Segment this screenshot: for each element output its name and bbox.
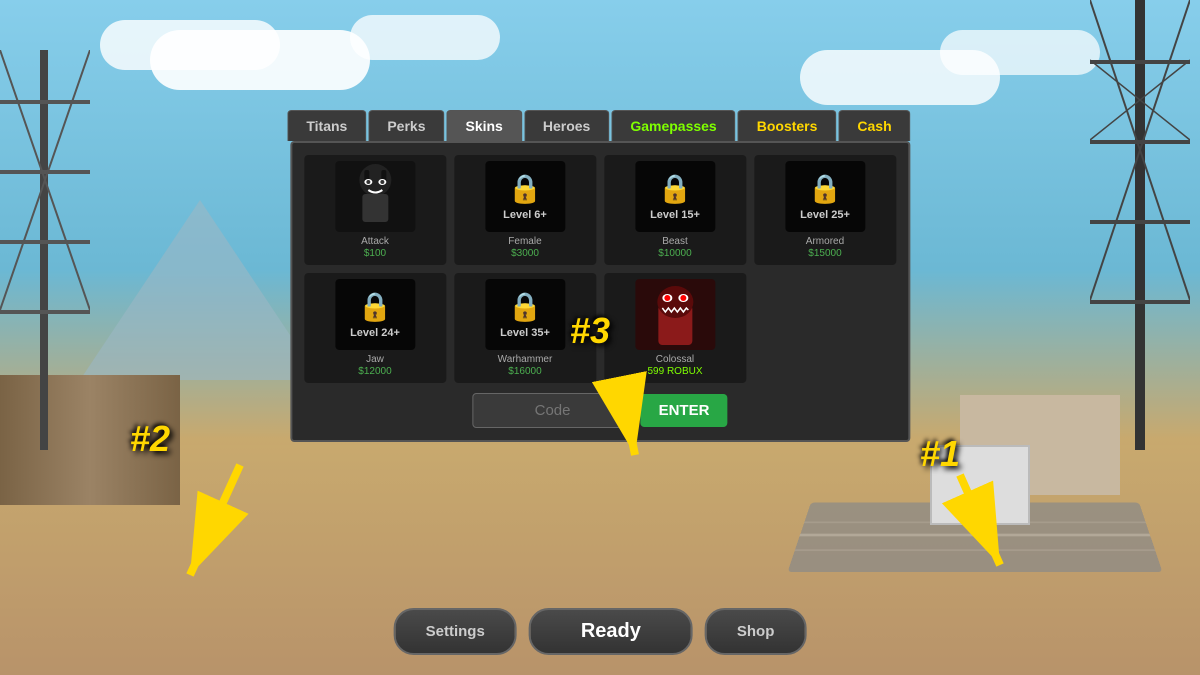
skin-armored-price: $15000 xyxy=(808,248,841,259)
tab-boosters[interactable]: Boosters xyxy=(738,110,837,141)
tab-bar: Titans Perks Skins Heroes Gamepasses Boo… xyxy=(287,110,912,141)
warhammer-lock-icon: 🔒 xyxy=(508,290,543,323)
tower-right xyxy=(1090,0,1190,450)
skin-jaw-label: Jaw xyxy=(366,354,384,365)
skin-jaw-price: $12000 xyxy=(358,366,391,377)
armored-lock-level: Level 25+ xyxy=(800,209,850,221)
ready-button[interactable]: Ready xyxy=(529,608,693,655)
shop-button[interactable]: Shop xyxy=(705,608,807,655)
attack-character-svg xyxy=(340,162,410,232)
skin-attack-portrait xyxy=(335,161,415,232)
beast-lock-icon: 🔒 xyxy=(658,172,693,205)
skin-beast[interactable]: 🔒 Level 15+ Beast $10000 xyxy=(604,155,746,265)
skin-beast-label: Beast xyxy=(662,236,688,247)
female-lock-level: Level 6+ xyxy=(503,209,547,221)
jaw-lock-overlay: 🔒 Level 24+ xyxy=(335,279,415,350)
cloud-5 xyxy=(940,30,1100,75)
settings-button[interactable]: Settings xyxy=(394,608,517,655)
beast-lock-overlay: 🔒 Level 15+ xyxy=(635,161,715,232)
jaw-lock-level: Level 24+ xyxy=(350,327,400,339)
mountain xyxy=(80,200,320,380)
skin-warhammer-label: Warhammer xyxy=(498,354,553,365)
bottom-bar: Settings Ready Shop xyxy=(394,608,807,655)
tab-skins[interactable]: Skins xyxy=(446,110,521,141)
tab-gamepasses[interactable]: Gamepasses xyxy=(611,110,735,141)
skin-colossal[interactable]: Colossal 599 ROBUX xyxy=(604,273,746,383)
skin-warhammer-price: $16000 xyxy=(508,366,541,377)
skin-beast-portrait: 🔒 Level 15+ xyxy=(635,161,715,232)
skin-attack[interactable]: Attack $100 xyxy=(304,155,446,265)
skin-female-portrait: 🔒 Level 6+ xyxy=(485,161,565,232)
warhammer-lock-overlay: 🔒 Level 35+ xyxy=(485,279,565,350)
beast-lock-level: Level 15+ xyxy=(650,209,700,221)
arrow-2 xyxy=(150,455,270,595)
skin-warhammer-portrait: 🔒 Level 35+ xyxy=(485,279,565,350)
armored-lock-overlay: 🔒 Level 25+ xyxy=(785,161,865,232)
skin-beast-price: $10000 xyxy=(658,248,691,259)
cloud-2 xyxy=(150,30,370,90)
warhammer-lock-level: Level 35+ xyxy=(500,327,550,339)
arrow-1 xyxy=(930,465,1030,585)
skin-colossal-label: Colossal xyxy=(656,354,694,365)
skin-female[interactable]: 🔒 Level 6+ Female $3000 xyxy=(454,155,596,265)
female-lock-icon: 🔒 xyxy=(508,172,543,205)
jaw-lock-icon: 🔒 xyxy=(358,290,393,323)
skin-female-price: $3000 xyxy=(511,248,539,259)
skin-jaw-portrait: 🔒 Level 24+ xyxy=(335,279,415,350)
skin-armored-label: Armored xyxy=(806,236,844,247)
cloud-3 xyxy=(350,15,500,60)
tab-perks[interactable]: Perks xyxy=(368,110,444,141)
tab-heroes[interactable]: Heroes xyxy=(524,110,609,141)
skin-jaw[interactable]: 🔒 Level 24+ Jaw $12000 xyxy=(304,273,446,383)
female-lock-overlay: 🔒 Level 6+ xyxy=(485,161,565,232)
annotation-3: #3 xyxy=(570,310,610,352)
tab-titans[interactable]: Titans xyxy=(287,110,366,141)
skin-attack-price: $100 xyxy=(364,248,386,259)
skin-attack-label: Attack xyxy=(361,236,389,247)
skin-armored[interactable]: 🔒 Level 25+ Armored $15000 xyxy=(754,155,896,265)
colossal-character-svg xyxy=(640,280,710,350)
annotation-2: #2 xyxy=(130,418,170,460)
arrow-3 xyxy=(590,370,670,470)
skin-female-label: Female xyxy=(508,236,541,247)
tab-cash[interactable]: Cash xyxy=(838,110,910,141)
skin-colossal-portrait xyxy=(635,279,715,350)
armored-lock-icon: 🔒 xyxy=(808,172,843,205)
tower-left xyxy=(0,50,90,450)
skin-armored-portrait: 🔒 Level 25+ xyxy=(785,161,865,232)
